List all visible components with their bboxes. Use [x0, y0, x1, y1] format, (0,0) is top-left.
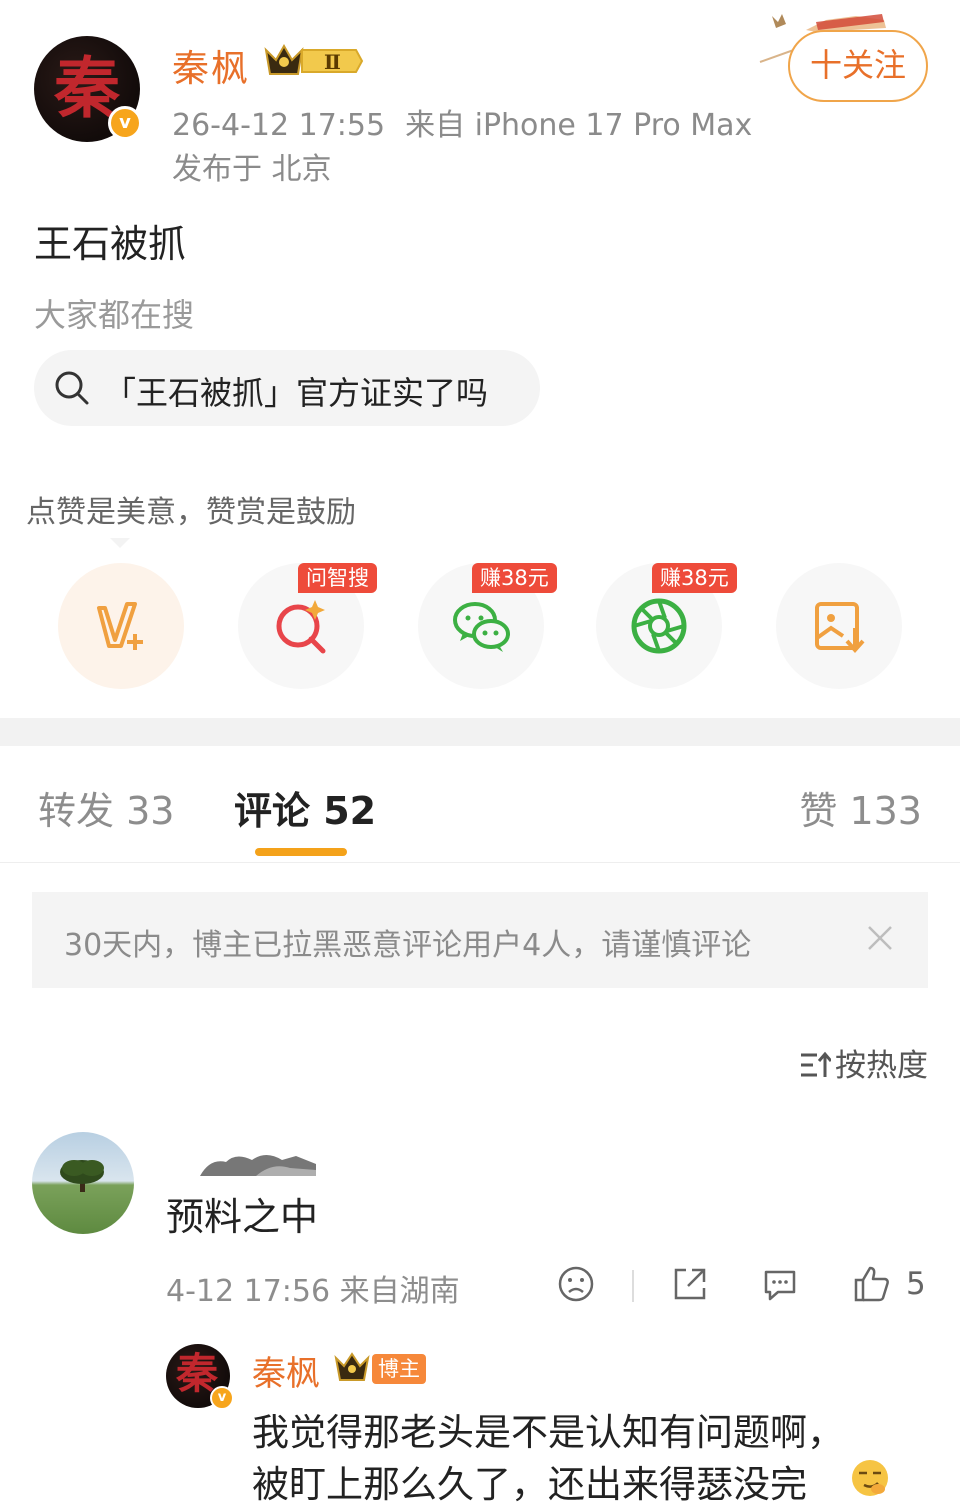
comment-text: 预料之中 — [166, 1195, 319, 1239]
dislike-face-icon[interactable] — [556, 1264, 596, 1304]
suggested-search-text: 「王石被抓」官方证实了吗 — [104, 374, 489, 412]
reply-author-name[interactable]: 秦枫 — [252, 1346, 320, 1395]
tab-likes[interactable]: 赞 133 — [799, 780, 922, 835]
like-thumb-icon[interactable] — [852, 1264, 892, 1304]
verified-badge: v — [108, 106, 142, 140]
action-separator — [632, 1270, 634, 1302]
v-plus-icon — [97, 602, 143, 650]
save-image-icon — [815, 602, 865, 654]
wechat-reward-tag: 赚38元 — [472, 563, 557, 593]
moments-reward-tag: 赚38元 — [652, 563, 737, 593]
section-divider — [0, 718, 960, 746]
suggested-search-pill[interactable]: 「王石被抓」官方证实了吗 — [34, 350, 540, 426]
post-location: 发布于 北京 — [172, 152, 332, 187]
close-icon[interactable] — [866, 924, 894, 952]
sort-by-hot-button[interactable]: 按热度 — [799, 1040, 928, 1085]
v-plus-button[interactable] — [58, 563, 184, 689]
wechat-icon — [453, 602, 510, 652]
commenter-name-redacted — [200, 1155, 316, 1176]
ai-search-icon — [276, 600, 326, 654]
ai-search-tag: 问智搜 — [298, 563, 377, 593]
post-meta: 26-4-12 17:55 来自 iPhone 17 Pro Max — [172, 100, 752, 144]
post-source: 来自 iPhone 17 Pro Max — [405, 108, 753, 143]
smirk-emoji-icon — [852, 1460, 888, 1496]
active-tab-indicator — [255, 848, 347, 856]
text-fade-overlay — [186, 222, 256, 258]
tab-comments[interactable]: 评论 52 — [234, 780, 376, 835]
level-text: Ⅱ — [324, 50, 341, 74]
reward-pointer — [110, 538, 130, 548]
crown-level-icon: Ⅱ — [264, 43, 364, 75]
tab-repost[interactable]: 转发 33 — [38, 780, 174, 835]
post-timestamp: 26-4-12 17:55 — [172, 108, 386, 143]
reply-author-avatar[interactable]: 秦 v — [166, 1344, 234, 1410]
sort-icon — [801, 1051, 833, 1077]
comment-like-count: 5 — [906, 1266, 926, 1302]
sort-label: 按热度 — [835, 1048, 928, 1084]
notice-text: 30天内，博主已拉黑恶意评论用户4人，请谨慎评论 — [64, 928, 752, 963]
reply-crown-icon — [334, 1352, 370, 1381]
reply-text-line-1: 我觉得那老头是不是认知有问题啊， — [252, 1411, 844, 1454]
reply-comment-icon[interactable] — [760, 1264, 800, 1304]
reply-text-line-2: 被盯上那么久了，还出来得瑟没完 — [252, 1463, 807, 1506]
share-icon[interactable] — [670, 1264, 710, 1304]
author-avatar[interactable]: 秦 v — [34, 36, 142, 142]
commenter-avatar[interactable] — [32, 1132, 134, 1234]
reward-encouragement-text: 点赞是美意，赞赏是鼓励 — [26, 495, 356, 530]
post-text: 王石被抓 — [34, 222, 187, 266]
save-image-button[interactable] — [776, 563, 902, 689]
comment-meta: 4-12 17:56 来自湖南 — [166, 1274, 460, 1309]
moments-icon — [631, 598, 687, 654]
follow-button[interactable]: 十关注 — [788, 30, 928, 102]
tree-landscape-icon — [60, 1160, 104, 1192]
search-icon — [55, 371, 89, 405]
moderation-notice: 30天内，博主已拉黑恶意评论用户4人，请谨慎评论 — [32, 892, 928, 988]
search-hint-label: 大家都在搜 — [34, 296, 195, 334]
blogger-tag: 博主 — [372, 1354, 426, 1384]
author-name[interactable]: 秦枫 — [172, 38, 250, 92]
tabs-divider — [0, 862, 960, 863]
reply-verified-badge: v — [210, 1386, 234, 1410]
